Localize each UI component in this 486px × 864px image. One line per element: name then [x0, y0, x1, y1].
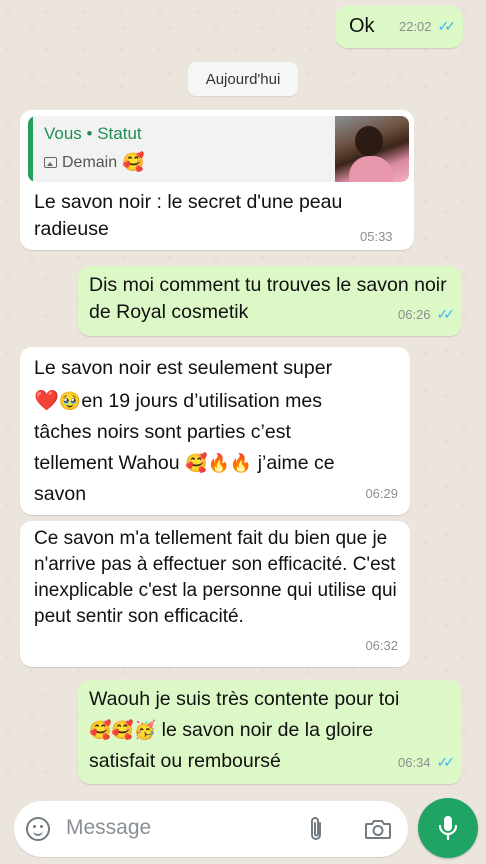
message-line: Waouh je suis très contente pour toi	[89, 688, 400, 710]
message-time: 06:34	[397, 755, 431, 770]
message-line: satisfait ou remboursé	[89, 750, 281, 772]
message-outgoing[interactable]: Waouh je suis très contente pour toi 🥰🥰🥳…	[78, 680, 462, 784]
message-placeholder[interactable]: Message	[66, 816, 151, 840]
quote-accent-bar	[28, 116, 33, 182]
message-outgoing[interactable]: Dis moi comment tu trouves le savon noir…	[78, 266, 462, 336]
message-incoming[interactable]: Ce savon m'a tellement fait du bien que …	[20, 521, 410, 667]
message-line-text: en 19 jours d’utilisation mes	[81, 390, 322, 412]
image-icon	[44, 157, 57, 168]
microphone-icon	[438, 816, 458, 841]
message-time: 05:33	[360, 229, 393, 244]
camera-icon[interactable]	[364, 818, 392, 840]
message-input[interactable]: Message	[14, 801, 408, 857]
message-line: ❤️🥹en 19 jours d’utilisation mes	[34, 385, 322, 417]
message-time: 22:02	[398, 19, 432, 34]
message-meta: 06:34 ✓✓	[397, 747, 456, 778]
paperclip-icon[interactable]	[308, 815, 326, 843]
day-separator: Aujourd'hui	[188, 62, 298, 96]
message-incoming[interactable]: Le savon noir est seulement super ❤️🥹en …	[20, 347, 410, 515]
teary-face-emoji: 🥹	[58, 391, 82, 412]
quote-subtitle-text: Demain	[62, 153, 118, 171]
message-text: Dis moi comment tu trouves le savon noir…	[89, 274, 447, 323]
message-text: Le savon noir : le secret d'une peau rad…	[34, 191, 343, 240]
read-ticks-icon: ✓✓	[437, 18, 457, 34]
message-time: 06:29	[365, 486, 398, 501]
hearts-fire-emojis: 🥰🔥🔥	[185, 453, 253, 474]
status-thumbnail	[335, 116, 409, 182]
party-emojis: 🥰🥰🥳	[89, 720, 157, 741]
message-outgoing[interactable]: Ok 22:02 ✓✓	[335, 6, 463, 48]
message-line-text: j’aime ce	[257, 452, 335, 474]
smiley-icon[interactable]	[26, 817, 50, 841]
quote-title: Vous • Statut	[44, 124, 142, 143]
message-text: Ok	[349, 15, 375, 37]
message-line: tâches noirs sont parties c’est	[34, 421, 291, 443]
message-time: 06:32	[365, 638, 398, 653]
message-meta: 22:02 ✓✓	[398, 11, 457, 42]
message-line-text: tellement Wahou	[34, 452, 180, 474]
heart-emoji: ❤️	[34, 388, 59, 412]
message-line-text: le savon noir de la gloire	[161, 719, 374, 741]
microphone-button[interactable]	[418, 798, 478, 858]
message-line: Le savon noir est seulement super	[34, 357, 333, 379]
message-meta: 06:26 ✓✓	[397, 299, 456, 330]
message-time: 06:26	[397, 307, 431, 322]
message-line: 🥰🥰🥳 le savon noir de la gloire	[89, 715, 373, 746]
message-text: Ce savon m'a tellement fait du bien que …	[34, 528, 397, 627]
read-ticks-icon: ✓✓	[436, 754, 456, 770]
chat-area[interactable]: Ok 22:02 ✓✓ Aujourd'hui Vous • Statut De…	[0, 0, 486, 790]
status-reply-quote[interactable]: Vous • Statut Demain 🥰	[28, 116, 409, 182]
read-ticks-icon: ✓✓	[436, 306, 456, 322]
message-line: tellement Wahou 🥰🔥🔥 j’aime ce	[34, 448, 335, 479]
composer-bar: Message	[0, 790, 486, 864]
message-line: savon	[34, 483, 87, 505]
smiling-hearts-emoji: 🥰	[122, 152, 145, 173]
quote-subtitle: Demain 🥰	[44, 152, 145, 173]
